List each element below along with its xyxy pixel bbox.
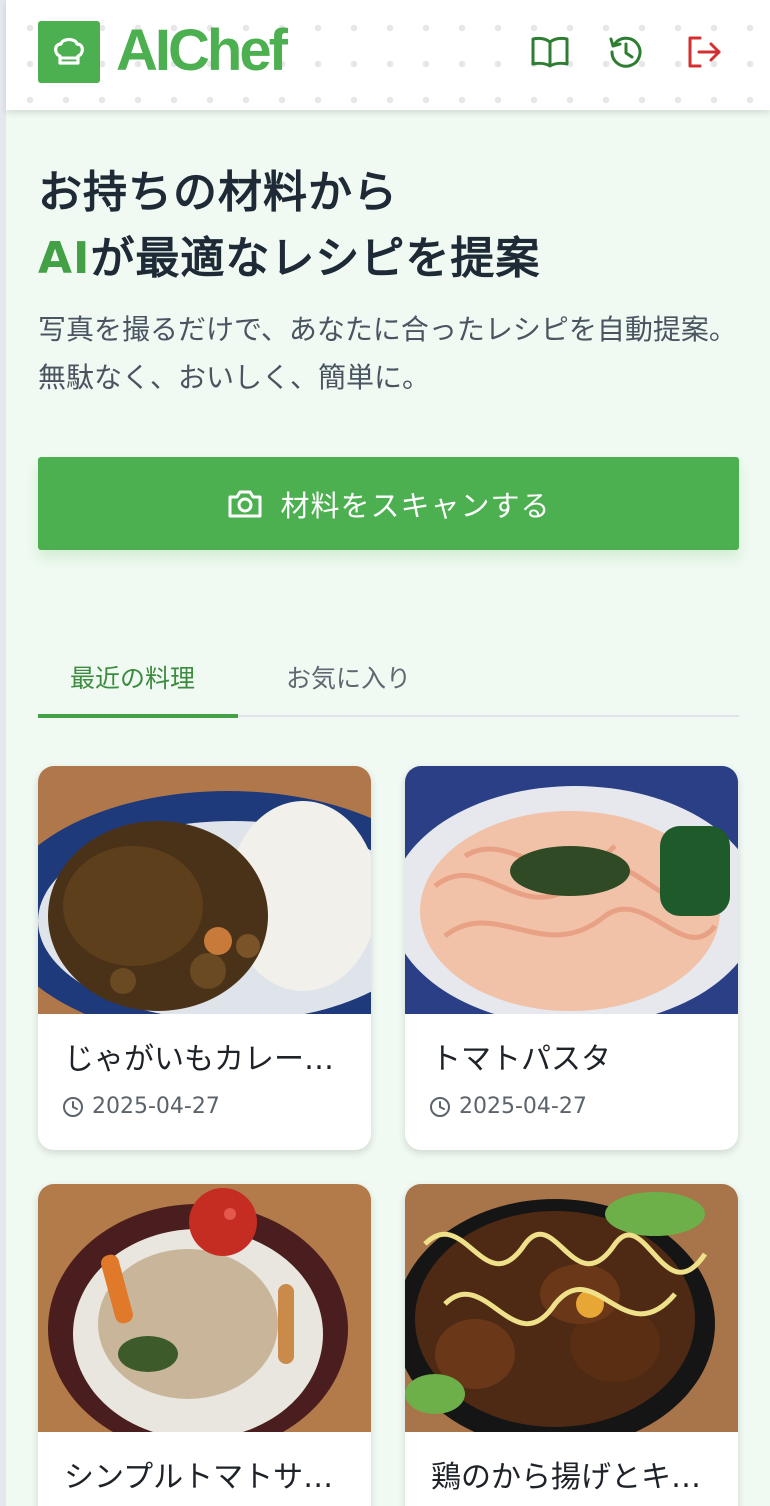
hero-title-line2-rest: が最適なレシピを提案 bbox=[90, 233, 541, 284]
hero-title: お持ちの材料から AIが最適なレシピを提案 bbox=[38, 160, 738, 292]
recipe-card[interactable]: 鶏のから揚げとキ… bbox=[405, 1184, 738, 1506]
scan-ingredients-button[interactable]: 材料をスキャンする bbox=[38, 457, 739, 550]
hero-title-line1: お持ちの材料から bbox=[38, 167, 398, 218]
recipe-card[interactable]: トマトパスタ 2025-04-27 bbox=[405, 766, 738, 1150]
clock-icon bbox=[429, 1096, 451, 1118]
recipe-date-text: 2025-04-27 bbox=[459, 1094, 587, 1119]
recipe-photo bbox=[405, 766, 738, 1014]
tab-recent[interactable]: 最近の料理 bbox=[70, 661, 195, 697]
hero-title-line2: AIが最適なレシピを提案 bbox=[38, 226, 738, 292]
camera-icon bbox=[226, 488, 264, 520]
history-icon[interactable] bbox=[604, 30, 648, 74]
recipe-tabs: 最近の料理 お気に入り bbox=[38, 645, 739, 718]
recipe-book-icon[interactable] bbox=[528, 30, 572, 74]
recipe-name: じゃがいもカレー… bbox=[64, 1042, 334, 1077]
recipe-name: トマトパスタ bbox=[431, 1042, 611, 1077]
hero-description: 写真を撮るだけで、あなたに合ったレシピを自動提案。 無駄なく、おいしく、簡単に。 bbox=[38, 313, 737, 394]
tab-favorites[interactable]: お気に入り bbox=[286, 661, 411, 697]
brand-name[interactable]: AIChef bbox=[116, 18, 288, 84]
recipe-date: 2025-04-27 bbox=[62, 1094, 220, 1119]
recipe-photo bbox=[38, 766, 371, 1014]
recipe-name: シンプルトマトサ… bbox=[64, 1460, 334, 1495]
recipe-card[interactable]: シンプルトマトサ… bbox=[38, 1184, 371, 1506]
recipe-date-text: 2025-04-27 bbox=[92, 1094, 220, 1119]
logout-icon[interactable] bbox=[682, 30, 726, 74]
chef-hat-logo-icon[interactable] bbox=[38, 21, 100, 83]
active-tab-indicator bbox=[38, 714, 238, 718]
scan-button-label: 材料をスキャンする bbox=[280, 488, 551, 523]
app-header: AIChef bbox=[6, 0, 770, 110]
app-page: AIChef お持ちの材料から AIが最適なレシピを提案 写真を撮るだけで、あな… bbox=[0, 0, 770, 1506]
hero-title-accent: AI bbox=[38, 233, 91, 284]
recipe-card[interactable]: じゃがいもカレー… 2025-04-27 bbox=[38, 766, 371, 1150]
recipe-photo bbox=[405, 1184, 738, 1432]
recipe-name: 鶏のから揚げとキ… bbox=[431, 1460, 701, 1495]
recipe-date: 2025-04-27 bbox=[429, 1094, 587, 1119]
clock-icon bbox=[62, 1096, 84, 1118]
recipe-photo bbox=[38, 1184, 371, 1432]
